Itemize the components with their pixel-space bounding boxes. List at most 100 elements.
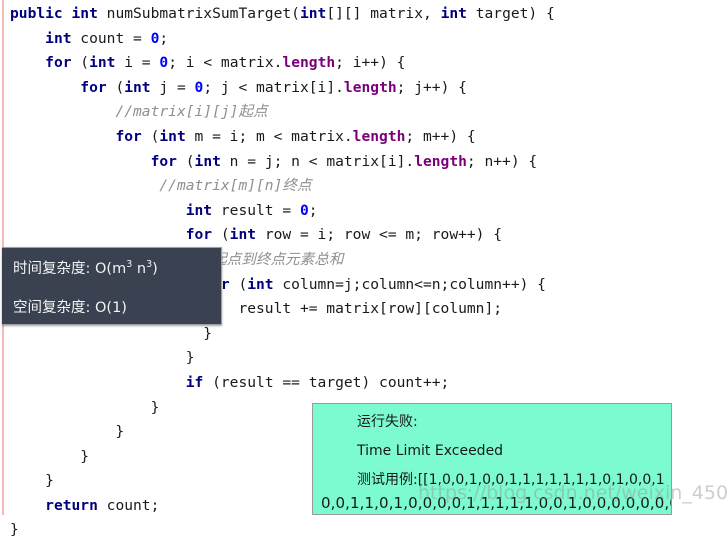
code-token-kw: int — [440, 5, 467, 22]
code-token-pln — [10, 79, 80, 96]
code-token-pln: ( — [141, 127, 160, 145]
code-token-kw: int — [89, 54, 116, 72]
code-token-pln: } — [10, 398, 160, 416]
code-token-pln: } — [10, 324, 213, 342]
code-token-pln: m = i; m < matrix. — [185, 127, 353, 145]
complexity-tooltip: 时间复杂度: O(m3 n3) 空间复杂度: O(1) — [2, 247, 222, 325]
code-token-pln: [][] matrix, — [326, 5, 441, 22]
code-token-num: 0 — [159, 54, 169, 72]
code-token-kw: for — [115, 127, 142, 145]
code-token-pln: target) { — [466, 5, 555, 22]
code-token-pln: count = — [71, 29, 151, 47]
code-token-pln: ( — [229, 275, 248, 293]
code-line: for (int j = 0; j < matrix[i].length; j+… — [10, 76, 728, 101]
code-token-pln: column=j;column<=n;column++) { — [273, 275, 546, 293]
code-token-pln: } — [10, 423, 125, 441]
code-line: int count = 0; — [10, 27, 728, 52]
code-token-pln: ; — [159, 29, 169, 47]
code-token-pln — [10, 226, 186, 243]
code-token-pln: ( — [212, 226, 230, 244]
code-token-kw: int — [299, 5, 327, 22]
code-token-pln — [10, 103, 115, 120]
code-token-pln — [10, 497, 45, 514]
code-token-pln: ; i++) { — [335, 54, 406, 72]
time-complexity-label: 时间复杂度: — [13, 261, 91, 277]
code-token-pln — [10, 128, 115, 145]
space-complexity-value: O(1) — [95, 300, 127, 316]
code-token-pln: ; i < matrix. — [168, 54, 283, 72]
code-token-kw: int — [124, 78, 151, 96]
code-token-kw: public — [10, 5, 63, 22]
code-token-fld: length — [414, 152, 467, 170]
space-complexity-label: 空间复杂度: — [13, 300, 91, 316]
code-token-pln — [10, 202, 186, 219]
space-complexity-line: 空间复杂度: O(1) — [2, 278, 221, 317]
code-token-pln: } — [10, 472, 54, 490]
code-token-fld: length — [282, 54, 336, 72]
code-token-kw: int — [194, 152, 221, 170]
code-token-pln: n = j; n < matrix[i]. — [220, 152, 415, 170]
code-token-pln: ; j++) { — [396, 78, 467, 96]
code-token-pln: } — [10, 447, 90, 465]
code-line: if (result == target) count++; — [10, 371, 728, 396]
code-token-kw: int — [71, 5, 98, 22]
code-line: } — [10, 346, 728, 371]
code-token-kw: int — [247, 275, 274, 293]
code-token-num: 0 — [194, 78, 204, 96]
code-token-pln — [10, 54, 45, 71]
code-line: } — [10, 322, 728, 347]
result-testcase-line2: 0,0,1,1,0,1,0,0,0,0,1,1,1,1,1,0,0,1,0,0,… — [321, 494, 672, 512]
code-token-kw: for — [45, 54, 72, 72]
code-token-pln — [10, 30, 45, 47]
submission-result-panel: 运行失败: Time Limit Exceeded 测试用例:[[1,0,0,1… — [312, 403, 672, 515]
code-token-kw: return — [45, 496, 98, 514]
code-token-num: 0 — [299, 201, 309, 219]
code-token-kw: int — [229, 226, 257, 244]
code-token-kw: if — [185, 373, 204, 391]
time-complexity-line: 时间复杂度: O(m3 n3) — [2, 248, 221, 278]
code-token-kw: for — [185, 226, 213, 244]
code-token-pln — [10, 374, 186, 391]
code-line: } — [10, 518, 728, 543]
code-token-pln: ; n++) { — [466, 152, 538, 170]
code-token-pln: ( — [106, 78, 125, 96]
code-token-pln: } — [10, 521, 19, 539]
code-token-pln: ( — [176, 152, 195, 170]
result-testcase-line1: 测试用例:[[1,0,0,1,0,0,1,1,1,1,1,1,1,0,1,0,0… — [357, 472, 665, 488]
code-token-pln: ; — [308, 201, 318, 219]
code-token-pln — [63, 5, 72, 22]
code-token-pln — [10, 153, 151, 170]
code-line: //matrix[m][n]终点 — [10, 174, 728, 199]
code-token-fld: length — [352, 127, 406, 145]
code-line: public int numSubmatrixSumTarget(int[][]… — [10, 2, 728, 27]
code-line: for (int n = j; n < matrix[i].length; n+… — [10, 150, 728, 175]
code-token-kw: for — [80, 78, 107, 96]
result-status: 运行失败: — [357, 414, 418, 430]
code-token-pln: j = — [150, 78, 195, 96]
code-token-fld: length — [343, 78, 397, 96]
code-token-kw: int — [185, 201, 213, 219]
code-line: //matrix[i][j]起点 — [10, 100, 728, 125]
code-token-kw: int — [45, 29, 72, 47]
result-reason: Time Limit Exceeded — [357, 443, 504, 459]
code-line: for (int m = i; m < matrix.length; m++) … — [10, 125, 728, 150]
code-token-kw: int — [159, 127, 186, 145]
code-token-pln: numSubmatrixSumTarget( — [97, 5, 300, 22]
code-token-pln: ( — [71, 54, 90, 72]
code-token-pln: (result == target) count++; — [203, 373, 450, 391]
code-token-kw: for — [150, 152, 177, 170]
code-token-pln: i = — [115, 54, 160, 72]
code-line: for (int i = 0; i < matrix.length; i++) … — [10, 51, 728, 76]
code-token-cmt: //matrix[i][j]起点 — [115, 103, 268, 121]
code-line: for (int row = i; row <= m; row++) { — [10, 223, 728, 248]
code-token-pln: ; j < matrix[i]. — [203, 78, 344, 96]
code-token-pln: row = i; row <= m; row++) { — [256, 226, 503, 244]
code-token-pln: count; — [97, 496, 160, 514]
code-token-pln: result = — [212, 201, 300, 219]
code-line: int result = 0; — [10, 199, 728, 224]
code-token-pln: } — [10, 349, 195, 367]
code-token-pln — [10, 177, 159, 194]
code-token-pln: ; m++) { — [405, 127, 476, 145]
time-complexity-value: O(m3 n3) — [95, 259, 158, 277]
code-token-cmt: //matrix[m][n]终点 — [159, 177, 312, 195]
